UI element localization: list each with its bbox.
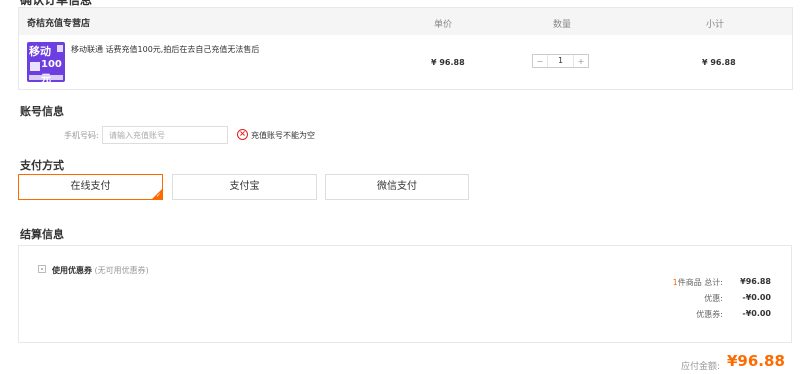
- payment-option-label: 支付宝: [229, 181, 260, 192]
- item-count-label: 件商品 总计:: [677, 278, 723, 287]
- check-icon: ✓: [155, 192, 161, 199]
- thumbnail-badge: [57, 45, 63, 52]
- thumbnail-brand-text: 移动: [29, 45, 51, 58]
- phone-input[interactable]: [102, 126, 228, 144]
- coupon-note: (无可用优惠券): [92, 266, 149, 275]
- discount-value: -¥0.00: [742, 293, 771, 302]
- coupon-row-label: 优惠券:: [696, 310, 723, 319]
- coupon-checkbox[interactable]: [38, 265, 46, 273]
- payment-option-label: 在线支付: [70, 181, 111, 192]
- unit-price: ¥ 96.88: [431, 58, 465, 67]
- payable-label: 应付金额:: [681, 362, 721, 372]
- settlement-section-title: 结算信息: [20, 228, 64, 241]
- summary-coupon-row: 优惠券: -¥0.00: [643, 309, 771, 320]
- order-table: 奇桔充值专营店 单价 数量 小计 移动 100元 移动联通 话费充值100元,拍…: [18, 7, 793, 90]
- phone-label: 手机号码:: [64, 131, 99, 140]
- column-quantity: 数量: [553, 20, 572, 30]
- shop-name: 奇桔充值专营店: [27, 19, 91, 29]
- account-section-title: 账号信息: [20, 105, 64, 118]
- payment-section-title: 支付方式: [20, 159, 64, 172]
- account-error-message: 充值账号不能为空: [251, 131, 315, 140]
- column-subtotal: 小计: [706, 20, 725, 30]
- payable-amount: ¥96.88: [727, 352, 785, 370]
- order-table-header: 奇桔充值专营店 单价 数量 小计: [19, 8, 792, 35]
- coupon-row-value: -¥0.00: [742, 309, 771, 318]
- payment-option-alipay[interactable]: 支付宝: [172, 174, 317, 200]
- payment-option-label: 微信支付: [377, 181, 417, 192]
- discount-label: 优惠:: [704, 294, 723, 303]
- payment-option-online[interactable]: 在线支付 ✓: [18, 174, 163, 200]
- thumbnail-footer: [29, 75, 63, 80]
- summary-total: ¥96.88: [740, 277, 771, 286]
- quantity-stepper: − 1 +: [532, 54, 589, 68]
- column-price: 单价: [434, 20, 453, 30]
- coupon-label: 使用优惠券 (无可用优惠券): [52, 265, 149, 276]
- summary-total-row: 1件商品 总计: ¥96.88: [643, 277, 771, 288]
- quantity-increase-button[interactable]: +: [574, 57, 588, 66]
- payment-option-wechat[interactable]: 微信支付: [325, 174, 469, 200]
- quantity-decrease-button[interactable]: −: [533, 57, 547, 66]
- summary-discount-row: 优惠: -¥0.00: [643, 293, 771, 304]
- item-subtotal: ¥ 96.88: [702, 58, 736, 67]
- thumbnail-tag: [30, 62, 40, 71]
- product-thumbnail[interactable]: 移动 100元: [27, 42, 65, 82]
- product-name-link[interactable]: 移动联通 话费充值100元,拍后在去自己充值无法售后: [71, 44, 259, 55]
- quantity-input[interactable]: 1: [547, 55, 574, 67]
- close-circle-icon: ×: [237, 129, 248, 140]
- settlement-panel: 使用优惠券 (无可用优惠券) 1件商品 总计: ¥96.88 优惠: -¥0.0…: [18, 245, 792, 343]
- order-item-row: 移动 100元 移动联通 话费充值100元,拍后在去自己充值无法售后 ¥ 96.…: [19, 35, 792, 90]
- coupon-label-text: 使用优惠券: [52, 266, 92, 275]
